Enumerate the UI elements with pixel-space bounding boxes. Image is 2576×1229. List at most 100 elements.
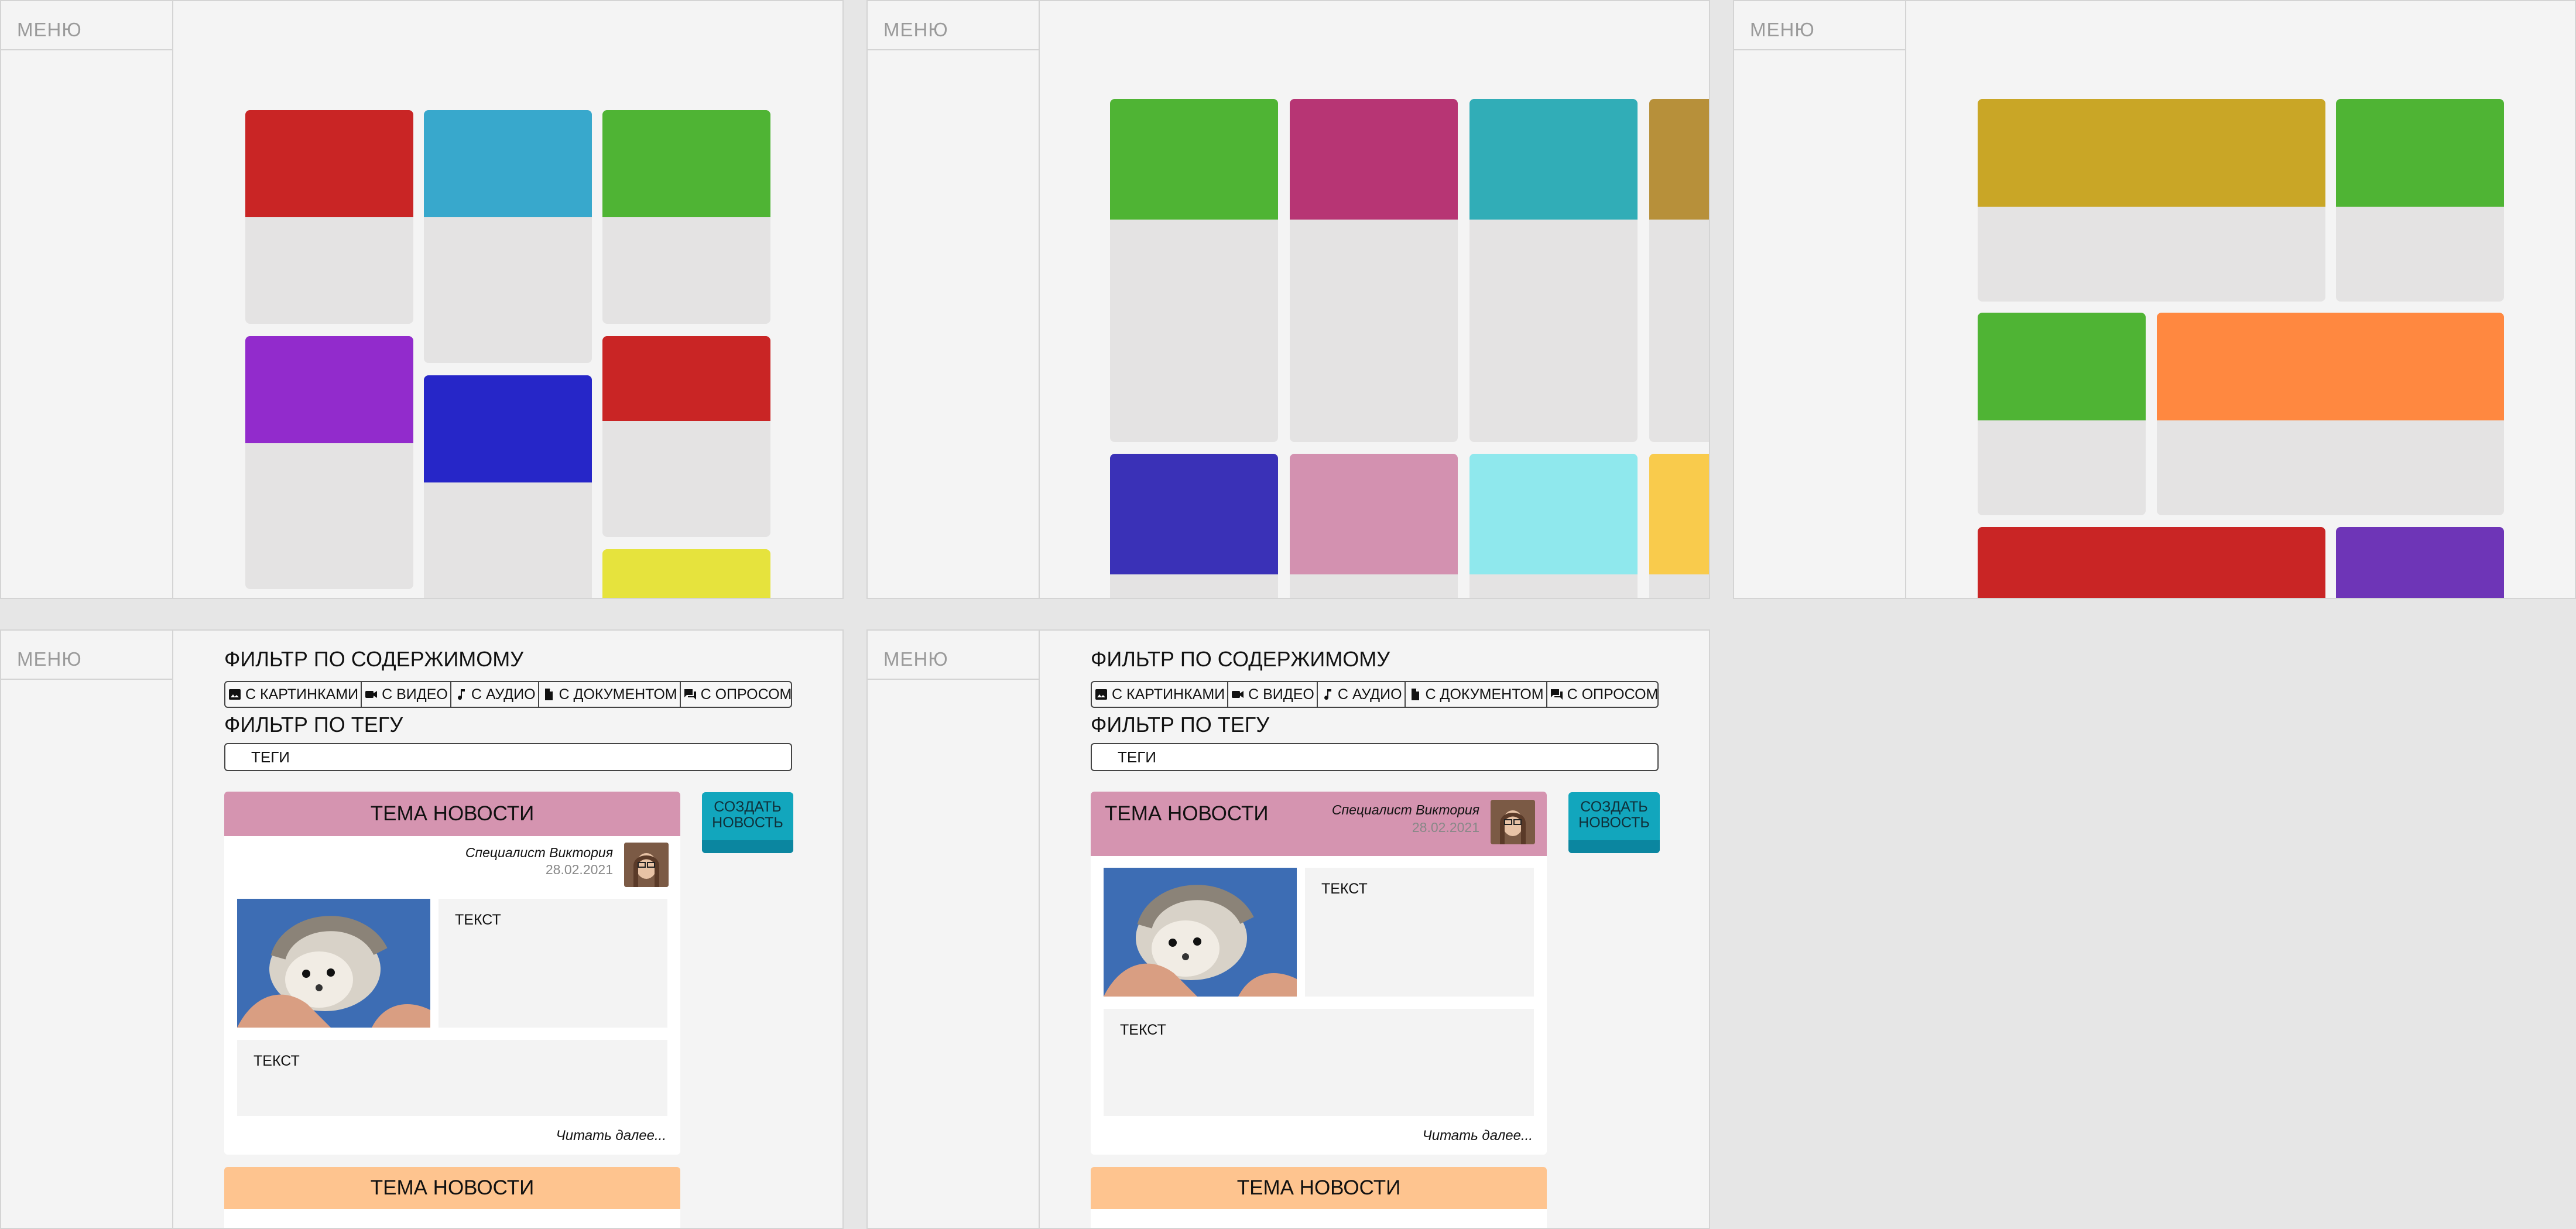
news-header[interactable]: ТЕМА НОВОСТИ bbox=[224, 1167, 680, 1209]
tag-search-input[interactable] bbox=[1091, 743, 1659, 771]
sidebar: МЕНЮ bbox=[868, 1, 1040, 598]
menu-label[interactable]: МЕНЮ bbox=[1750, 19, 1815, 41]
filter-audio-chip[interactable]: С АУДИО bbox=[1318, 682, 1406, 707]
content-card[interactable] bbox=[2336, 527, 2504, 598]
card-color-block bbox=[1110, 99, 1278, 220]
content-card[interactable] bbox=[1290, 99, 1458, 442]
news-card[interactable]: ТЕМА НОВОСТИ Специалист Виктория 28.02.2… bbox=[224, 792, 680, 1155]
news-image[interactable] bbox=[1104, 868, 1297, 997]
filter-document-chip[interactable]: С ДОКУМЕНТОМ bbox=[1406, 682, 1547, 707]
content-card[interactable] bbox=[1469, 454, 1638, 598]
document-icon bbox=[544, 689, 553, 700]
avatar[interactable] bbox=[1491, 800, 1535, 844]
content-card[interactable] bbox=[1649, 454, 1709, 598]
content-card[interactable] bbox=[2336, 99, 2504, 302]
news-text-block: ТЕКСТ bbox=[1305, 868, 1534, 997]
content-card[interactable] bbox=[2157, 313, 2504, 515]
read-more-link[interactable]: Читать далее... bbox=[556, 1128, 666, 1144]
create-news-button[interactable]: СОЗДАТЬ НОВОСТЬ bbox=[1568, 792, 1660, 853]
filter-poll-chip[interactable]: С ОПРОСОМ bbox=[1547, 682, 1659, 707]
card-color-block bbox=[1649, 454, 1709, 574]
content-card[interactable] bbox=[1110, 454, 1278, 598]
filter-label: С ОПРОСОМ bbox=[1567, 686, 1659, 703]
frame-mixed: МЕНЮ bbox=[1733, 0, 2576, 599]
content-card[interactable] bbox=[424, 110, 592, 363]
video-icon bbox=[1232, 691, 1244, 698]
card-color-block bbox=[1649, 99, 1709, 220]
filter-poll-chip[interactable]: С ОПРОСОМ bbox=[681, 682, 792, 707]
author-name[interactable]: Специалист Виктория bbox=[1332, 802, 1479, 818]
card-color-block bbox=[602, 110, 770, 217]
news-text: ТЕКСТ bbox=[1321, 881, 1368, 897]
news-card[interactable]: ТЕМА НОВОСТИ Специалист Виктория 28.02.2… bbox=[1091, 792, 1547, 1155]
content-filter-bar: С КАРТИНКАМИ С ВИДЕО С АУДИО С ДОКУМЕНТО… bbox=[224, 681, 792, 708]
create-news-button[interactable]: СОЗДАТЬ НОВОСТЬ bbox=[702, 792, 793, 853]
filter-document-chip[interactable]: С ДОКУМЕНТОМ bbox=[539, 682, 681, 707]
news-text: ТЕКСТ bbox=[254, 1053, 300, 1069]
news-header: ТЕМА НОВОСТИ bbox=[224, 792, 680, 836]
document-icon bbox=[1411, 689, 1419, 700]
filter-tag-title: ФИЛЬТР ПО ТЕГУ bbox=[1091, 713, 1270, 737]
menu-label[interactable]: МЕНЮ bbox=[17, 648, 82, 670]
image-icon bbox=[1095, 689, 1107, 700]
content-card[interactable] bbox=[1978, 527, 2325, 598]
content-card[interactable] bbox=[424, 375, 592, 598]
filter-video-chip[interactable]: С ВИДЕО bbox=[362, 682, 451, 707]
frame-news-feed: МЕНЮ ФИЛЬТР ПО СОДЕРЖИМОМУ С КАРТИНКАМИ … bbox=[0, 629, 844, 1229]
content-card[interactable] bbox=[1290, 454, 1458, 598]
news-text: ТЕКСТ bbox=[1120, 1022, 1166, 1038]
content-card[interactable] bbox=[245, 110, 413, 324]
content-card[interactable] bbox=[1978, 99, 2325, 302]
news-image[interactable] bbox=[237, 899, 430, 1028]
content-card[interactable] bbox=[1469, 99, 1638, 442]
card-color-block bbox=[2336, 99, 2504, 207]
card-color-block bbox=[424, 375, 592, 482]
author-name[interactable]: Специалист Виктория bbox=[465, 845, 613, 861]
create-news-label: СОЗДАТЬ НОВОСТЬ bbox=[712, 799, 783, 831]
avatar[interactable] bbox=[624, 843, 669, 887]
news-title: ТЕМА НОВОСТИ bbox=[1105, 802, 1269, 825]
main-area: ФИЛЬТР ПО СОДЕРЖИМОМУ С КАРТИНКАМИ С ВИД… bbox=[1040, 631, 1709, 1228]
button-strip bbox=[702, 840, 793, 853]
news-title: ТЕМА НОВОСТИ bbox=[370, 1176, 535, 1199]
filter-video-chip[interactable]: С ВИДЕО bbox=[1228, 682, 1318, 707]
filter-label: С ОПРОСОМ bbox=[700, 686, 792, 703]
card-color-block bbox=[1290, 99, 1458, 220]
card-color-block bbox=[2336, 527, 2504, 598]
content-card[interactable] bbox=[1110, 99, 1278, 442]
card-color-block bbox=[1290, 454, 1458, 574]
image-icon bbox=[229, 689, 241, 700]
news-header: ТЕМА НОВОСТИ Специалист Виктория 28.02.2… bbox=[1091, 792, 1547, 856]
post-date: 28.02.2021 bbox=[1412, 820, 1479, 835]
card-color-block bbox=[602, 336, 770, 421]
frame-masonry: МЕНЮ bbox=[0, 0, 844, 599]
content-card[interactable] bbox=[1978, 313, 2146, 515]
filter-images-chip[interactable]: С КАРТИНКАМИ bbox=[1092, 682, 1229, 707]
tag-search-input[interactable] bbox=[224, 743, 792, 771]
divider bbox=[1, 49, 172, 50]
card-color-block bbox=[1978, 313, 2146, 420]
read-more-link[interactable]: Читать далее... bbox=[1423, 1128, 1533, 1144]
filter-label: С ДОКУМЕНТОМ bbox=[1425, 686, 1544, 703]
content-card[interactable] bbox=[602, 110, 770, 324]
filter-label: С ДОКУМЕНТОМ bbox=[559, 686, 677, 703]
post-date: 28.02.2021 bbox=[545, 862, 613, 877]
sidebar: МЕНЮ bbox=[1734, 1, 1906, 598]
poll-chat-icon bbox=[684, 689, 696, 700]
menu-label[interactable]: МЕНЮ bbox=[17, 19, 82, 41]
content-card[interactable] bbox=[602, 549, 770, 598]
card-color-block bbox=[1978, 99, 2325, 207]
content-card[interactable] bbox=[1649, 99, 1709, 442]
news-header[interactable]: ТЕМА НОВОСТИ bbox=[1091, 1167, 1547, 1209]
create-news-label: СОЗДАТЬ НОВОСТЬ bbox=[1578, 799, 1650, 831]
content-card[interactable] bbox=[602, 336, 770, 537]
filter-images-chip[interactable]: С КАРТИНКАМИ bbox=[225, 682, 362, 707]
menu-label[interactable]: МЕНЮ bbox=[883, 648, 948, 670]
news-title: ТЕМА НОВОСТИ bbox=[1236, 1176, 1401, 1199]
menu-label[interactable]: МЕНЮ bbox=[883, 19, 948, 41]
main-area bbox=[1906, 1, 2575, 598]
filter-audio-chip[interactable]: С АУДИО bbox=[451, 682, 539, 707]
frame-news-feed-alt: МЕНЮ ФИЛЬТР ПО СОДЕРЖИМОМУ С КАРТИНКАМИ … bbox=[866, 629, 1710, 1229]
frame-grid: МЕНЮ bbox=[866, 0, 1710, 599]
content-card[interactable] bbox=[245, 336, 413, 589]
